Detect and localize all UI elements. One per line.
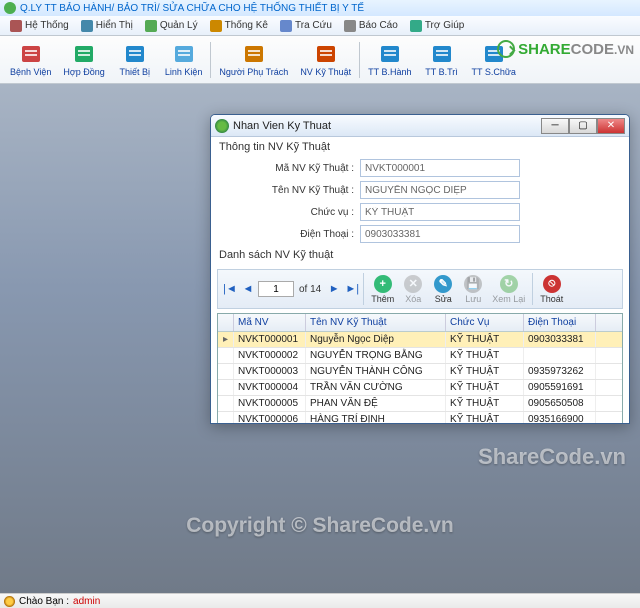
toolbar-linh-kiện[interactable]: Linh Kiện — [159, 40, 209, 79]
col-dienthoai[interactable]: Điện Thoại — [524, 314, 596, 331]
label-ten: Tên NV Kỹ Thuật : — [259, 185, 354, 196]
app-titlebar: Q.LY TT BẢO HÀNH/ BẢO TRÌ/ SỬA CHỮA CHO … — [0, 0, 640, 16]
watermark-copyright: Copyright © ShareCode.vn — [0, 514, 640, 538]
logo-icon — [497, 40, 515, 58]
disk-icon: 💾 — [464, 275, 482, 293]
toolbar-icon — [72, 42, 96, 66]
menu-icon — [410, 20, 422, 32]
refresh-button[interactable]: ↻ Xem Lại — [488, 275, 529, 304]
add-button[interactable]: + Thêm — [367, 275, 398, 304]
pager-last[interactable]: ►| — [344, 281, 360, 297]
toolbar-tt-b-trì[interactable]: TT B.Trì — [418, 40, 466, 79]
toolbar-bệnh-viện[interactable]: Bệnh Viện — [4, 40, 57, 79]
menu-tra-cứu[interactable]: Tra Cứu — [274, 18, 338, 34]
group-list-label: Danh sách NV Kỹ thuật — [211, 245, 629, 265]
menu-icon — [280, 20, 292, 32]
plus-icon: + — [374, 275, 392, 293]
input-chucvu[interactable] — [360, 203, 520, 221]
menu-icon — [81, 20, 93, 32]
table-row[interactable]: ▸NVKT000001Nguyễn Ngọc DiệpKỸ THUẬT09030… — [218, 332, 622, 348]
toolbar-thiết-bị[interactable]: Thiết Bị — [111, 40, 159, 79]
data-grid[interactable]: Mã NV Tên NV Kỹ Thuật Chức Vụ Điện Thoại… — [217, 313, 623, 424]
close-button[interactable]: ✕ — [597, 118, 625, 134]
edit-button[interactable]: ✎ Sửa — [428, 275, 458, 304]
menu-hệ-thống[interactable]: Hệ Thống — [4, 18, 75, 34]
save-button[interactable]: 💾 Lưu — [458, 275, 488, 304]
toolbar-icon — [172, 42, 196, 66]
input-dienthoai[interactable] — [360, 225, 520, 243]
watermark-sharecode: ShareCode.vn — [478, 444, 626, 470]
table-row[interactable]: NVKT000005PHAN VĂN ĐỆKỸ THUẬT0905650508 — [218, 396, 622, 412]
menu-icon — [210, 20, 222, 32]
label-dienthoai: Điện Thoại : — [259, 229, 354, 240]
delete-button[interactable]: ✕ Xóa — [398, 275, 428, 304]
status-user: admin — [73, 596, 100, 607]
status-label: Chào Bạn : — [19, 596, 69, 607]
x-icon: ✕ — [404, 275, 422, 293]
dialog-titlebar[interactable]: Nhan Vien Ky Thuat ─ ▢ ✕ — [211, 115, 629, 137]
col-chucvu[interactable]: Chức Vụ — [446, 314, 524, 331]
refresh-icon: ↻ — [500, 275, 518, 293]
minimize-button[interactable]: ─ — [541, 118, 569, 134]
maximize-button[interactable]: ▢ — [569, 118, 597, 134]
pager-total: of 14 — [296, 284, 324, 295]
group-info-label: Thông tin NV Kỹ Thuật — [211, 137, 629, 157]
toolbar-icon — [123, 42, 147, 66]
status-bar: Chào Bạn : admin — [0, 593, 640, 608]
action-bar: |◄ ◄ of 14 ► ►| + Thêm ✕ Xóa ✎ — [217, 269, 623, 309]
toolbar-icon — [378, 42, 402, 66]
dialog-nhan-vien-ky-thuat: Nhan Vien Ky Thuat ─ ▢ ✕ Thông tin NV Kỹ… — [210, 114, 630, 424]
input-ten[interactable] — [360, 181, 520, 199]
pencil-icon: ✎ — [434, 275, 452, 293]
exit-button[interactable]: ⦸ Thoát — [536, 275, 567, 304]
toolbar-người-phụ-trách[interactable]: Người Phụ Trách — [213, 40, 294, 79]
pager-current[interactable] — [258, 281, 294, 297]
table-row[interactable]: NVKT000004TRẦN VĂN CƯỜNGKỸ THUẬT09055916… — [218, 380, 622, 396]
toolbar-tt-b-hành[interactable]: TT B.Hành — [362, 40, 417, 79]
menu-icon — [344, 20, 356, 32]
menu-báo-cáo[interactable]: Báo Cáo — [338, 18, 404, 34]
label-ma: Mã NV Kỹ Thuật : — [259, 163, 354, 174]
app-icon — [4, 2, 16, 14]
menu-quản-lý[interactable]: Quản Lý — [139, 18, 204, 34]
menu-thống-kê[interactable]: Thống Kê — [204, 18, 274, 34]
toolbar-icon — [430, 42, 454, 66]
col-ten[interactable]: Tên NV Kỹ Thuật — [306, 314, 446, 331]
pager-first[interactable]: |◄ — [222, 281, 238, 297]
sharecode-logo: SHARECODE.VN — [497, 40, 634, 58]
toolbar-nv-kỹ-thuật[interactable]: NV Kỹ Thuật — [294, 40, 357, 79]
table-row[interactable]: NVKT000003NGUYỄN THÀNH CÔNGKỸ THUẬT09359… — [218, 364, 622, 380]
grid-header: Mã NV Tên NV Kỹ Thuật Chức Vụ Điện Thoại — [218, 314, 622, 332]
dialog-icon — [215, 119, 229, 133]
menu-trợ-giúp[interactable]: Trợ Giúp — [404, 18, 471, 34]
input-ma[interactable] — [360, 159, 520, 177]
status-icon — [4, 596, 15, 607]
pager-prev[interactable]: ◄ — [240, 281, 256, 297]
menu-icon — [145, 20, 157, 32]
toolbar-icon — [19, 42, 43, 66]
menu-hiển-thị[interactable]: Hiển Thị — [75, 18, 139, 34]
toolbar-icon — [314, 42, 338, 66]
col-ma[interactable]: Mã NV — [234, 314, 306, 331]
label-chucvu: Chức vụ : — [259, 207, 354, 218]
menu-icon — [10, 20, 22, 32]
pager: |◄ ◄ of 14 ► ►| — [222, 281, 360, 297]
toolbar-icon — [242, 42, 266, 66]
dialog-title-text: Nhan Vien Ky Thuat — [233, 120, 537, 132]
mdi-workspace: Nhan Vien Ky Thuat ─ ▢ ✕ Thông tin NV Kỹ… — [0, 84, 640, 594]
toolbar-hợp-đồng[interactable]: Hợp Đồng — [57, 40, 110, 79]
table-row[interactable]: NVKT000006HÀNG TRÍ ĐỊNHKỸ THUẬT093516690… — [218, 412, 622, 424]
table-row[interactable]: NVKT000002NGUYỄN TRỌNG BẰNGKỸ THUẬT — [218, 348, 622, 364]
app-title-text: Q.LY TT BẢO HÀNH/ BẢO TRÌ/ SỬA CHỮA CHO … — [20, 3, 364, 14]
stop-icon: ⦸ — [543, 275, 561, 293]
menu-bar: Hệ ThốngHiển ThịQuản LýThống KêTra CứuBá… — [0, 16, 640, 36]
pager-next[interactable]: ► — [326, 281, 342, 297]
